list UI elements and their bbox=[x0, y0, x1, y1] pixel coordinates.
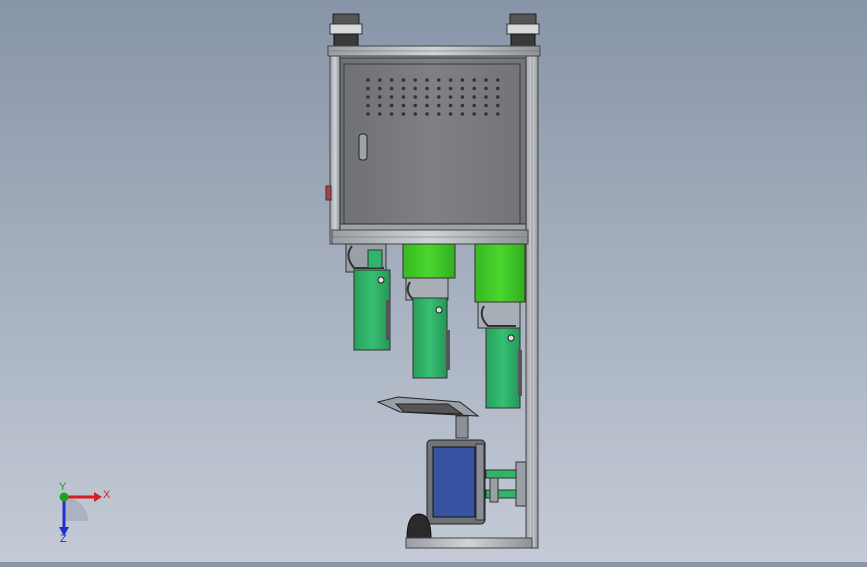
vent-hole bbox=[378, 112, 382, 116]
vent-hole bbox=[460, 78, 465, 82]
y-axis-label: Y bbox=[59, 481, 67, 493]
vent-hole bbox=[389, 95, 394, 99]
vent-hole bbox=[401, 112, 406, 116]
vent-hole bbox=[425, 112, 429, 116]
vent-hole bbox=[401, 78, 406, 82]
vent-hole bbox=[437, 103, 441, 108]
vent-hole bbox=[448, 78, 453, 82]
vent-hole bbox=[496, 78, 500, 82]
y-axis-dot bbox=[59, 492, 69, 502]
vent-hole bbox=[413, 103, 418, 108]
cabinet-handle bbox=[358, 133, 368, 161]
vent-hole bbox=[437, 86, 441, 91]
vent-hole bbox=[484, 78, 488, 82]
vent-hole bbox=[472, 112, 477, 116]
vent-hole bbox=[448, 86, 453, 91]
vent-hole bbox=[437, 112, 441, 116]
vent-hole bbox=[366, 86, 370, 91]
vent-hole bbox=[472, 95, 477, 99]
vent-hole bbox=[484, 112, 488, 116]
vent-hole bbox=[413, 112, 418, 116]
vent-hole bbox=[389, 112, 394, 116]
vent-hole bbox=[437, 78, 441, 82]
vent-hole bbox=[378, 78, 382, 82]
caster-right bbox=[506, 13, 540, 47]
frame-post-left bbox=[329, 55, 341, 245]
vent-hole bbox=[425, 78, 429, 82]
vent-hole bbox=[460, 103, 465, 108]
vent-hole bbox=[401, 95, 406, 99]
vent-hole bbox=[425, 103, 429, 108]
motor-1 bbox=[345, 243, 391, 351]
cad-viewport[interactable]: X Y Z bbox=[0, 0, 867, 562]
vent-hole bbox=[378, 103, 382, 108]
vent-hole bbox=[437, 95, 441, 99]
vent-hole bbox=[460, 112, 465, 116]
vent-hole bbox=[472, 86, 477, 91]
vent-hole bbox=[378, 86, 382, 91]
vent-hole bbox=[401, 86, 406, 91]
vent-hole bbox=[401, 103, 406, 108]
vent-hole bbox=[496, 95, 500, 99]
vent-hole bbox=[460, 86, 465, 91]
vent-hole bbox=[425, 86, 429, 91]
monitor bbox=[426, 439, 486, 525]
assembly-drawing: X Y Z bbox=[59, 13, 541, 549]
vent-hole bbox=[472, 103, 477, 108]
vent-hole bbox=[378, 95, 382, 99]
vent-hole bbox=[472, 78, 477, 82]
frame-bottom-rail bbox=[405, 537, 533, 549]
vent-hole bbox=[484, 103, 488, 108]
monitor-arm bbox=[485, 461, 527, 507]
vent-hole bbox=[389, 86, 394, 91]
x-axis-label: X bbox=[103, 489, 111, 501]
vent-hole bbox=[413, 86, 418, 91]
electrical-cabinet bbox=[339, 57, 527, 231]
vent-hole bbox=[496, 112, 500, 116]
vent-hole bbox=[484, 95, 488, 99]
vent-hole bbox=[425, 95, 429, 99]
motor-3 bbox=[474, 243, 526, 409]
vent-hole bbox=[496, 86, 500, 91]
vent-hole bbox=[413, 95, 418, 99]
vent-hole bbox=[484, 86, 488, 91]
caster-left bbox=[329, 13, 363, 47]
vent-hole bbox=[413, 78, 418, 82]
vent-hole bbox=[366, 78, 370, 82]
vent-hole bbox=[389, 103, 394, 108]
vent-hole bbox=[496, 103, 500, 108]
vent-hole bbox=[366, 112, 370, 116]
z-axis-label: Z bbox=[60, 533, 67, 545]
vent-hole bbox=[366, 103, 370, 108]
motor-2 bbox=[402, 243, 456, 379]
vent-hole bbox=[448, 103, 453, 108]
vent-hole bbox=[460, 95, 465, 99]
vent-hole bbox=[389, 78, 394, 82]
vent-hole bbox=[366, 95, 370, 99]
coordinate-triad: X Y Z bbox=[59, 481, 111, 545]
vent-hole bbox=[448, 112, 453, 116]
vent-hole bbox=[448, 95, 453, 99]
keyboard-tray bbox=[376, 396, 480, 439]
